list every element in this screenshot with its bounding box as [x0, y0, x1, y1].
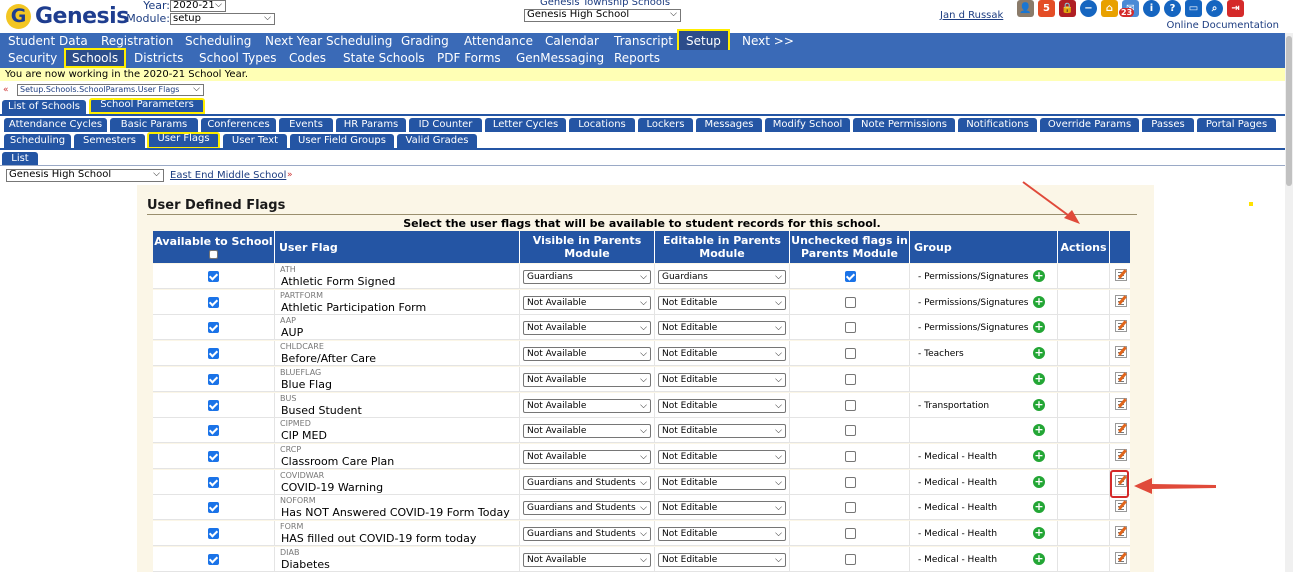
annotation-overlay	[1022, 181, 1216, 494]
red-arrow-top	[1022, 181, 1080, 224]
highlight-box	[1110, 470, 1129, 498]
scrollbar-thumb[interactable]	[1286, 36, 1292, 186]
red-arrow-right	[1134, 478, 1216, 494]
yellow-marker	[1249, 202, 1253, 206]
